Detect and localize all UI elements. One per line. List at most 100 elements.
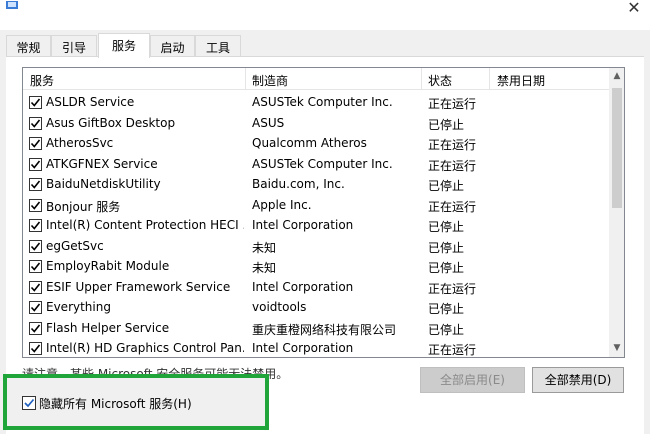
- tab-boot[interactable]: 引导: [51, 35, 97, 57]
- service-checkbox[interactable]: [29, 219, 42, 232]
- msconfig-app-icon: [5, 0, 19, 10]
- checkmark-icon: [30, 283, 41, 292]
- scroll-down-arrow-icon[interactable]: ▼: [609, 340, 624, 357]
- service-status: 正在运行: [428, 199, 477, 214]
- hide-microsoft-services-label: 隐藏所有 Microsoft 服务(H): [39, 397, 192, 411]
- service-status: 已停止: [428, 261, 465, 275]
- enable-all-button[interactable]: 全部启用(E): [420, 367, 525, 393]
- service-name: Bonjour 服务: [46, 199, 121, 214]
- checkmark-icon: [30, 119, 41, 128]
- table-row[interactable]: ASLDR Service ASUSTek Computer Inc. 正在运行: [23, 93, 608, 114]
- service-name: ASLDR Service: [46, 95, 135, 109]
- service-status: 已停止: [428, 322, 465, 337]
- tab-tools[interactable]: 工具: [195, 35, 241, 57]
- service-manufacturer: voidtools: [252, 300, 307, 314]
- service-checkbox[interactable]: [29, 116, 42, 130]
- table-row[interactable]: Bonjour 服务 Apple Inc. 正在运行: [23, 196, 608, 217]
- service-name: Intel(R) HD Graphics Control Pan...: [46, 341, 244, 355]
- service-manufacturer: Intel Corporation: [252, 341, 354, 355]
- column-service[interactable]: 服务: [30, 72, 54, 89]
- tab-strip: 常规 引导 服务 启动 工具: [0, 33, 650, 58]
- list-header: 服务 制造商 状态 禁用日期: [23, 68, 624, 90]
- service-status: 正在运行: [428, 97, 477, 111]
- checkmark-icon: [30, 180, 41, 189]
- column-status[interactable]: 状态: [428, 72, 452, 89]
- table-row[interactable]: ATKGFNEX Service ASUSTek Computer Inc. 正…: [23, 155, 608, 176]
- service-status: 正在运行: [428, 281, 477, 296]
- service-name: Everything: [46, 300, 111, 314]
- service-name: ESIF Upper Framework Service: [46, 279, 231, 294]
- service-checkbox[interactable]: [29, 239, 42, 253]
- service-manufacturer: 未知: [252, 261, 277, 275]
- table-row[interactable]: BaiduNetdiskUtility Baidu.com, Inc. 已停止: [23, 175, 608, 196]
- checkmark-icon: [30, 201, 41, 210]
- service-name: Asus GiftBox Desktop: [46, 115, 176, 130]
- service-name: EmployRabit Module: [46, 259, 170, 273]
- table-row[interactable]: Flash Helper Service 重庆重橙网络科技有限公司 已停止: [23, 319, 608, 340]
- checkmark-icon: [30, 160, 41, 169]
- service-status: 正在运行: [428, 158, 477, 173]
- services-list[interactable]: 服务 制造商 状态 禁用日期 ASLDR Service ASUSTek Com…: [22, 67, 625, 358]
- service-status: 正在运行: [428, 343, 477, 357]
- service-status: 正在运行: [428, 138, 477, 152]
- service-checkbox[interactable]: [29, 96, 42, 109]
- checkmark-icon: [30, 344, 41, 353]
- column-disabled-date[interactable]: 禁用日期: [497, 72, 545, 89]
- column-separator[interactable]: [245, 68, 246, 90]
- service-checkbox[interactable]: [29, 280, 42, 294]
- service-name: egGetSvc: [46, 238, 104, 253]
- service-status: 已停止: [428, 117, 465, 132]
- checkmark-icon: [30, 303, 41, 312]
- table-row[interactable]: Intel(R) Content Protection HECI ... Int…: [23, 216, 608, 237]
- column-separator[interactable]: [489, 68, 490, 90]
- table-row[interactable]: AtherosSvc Qualcomm Atheros 正在运行: [23, 134, 608, 155]
- table-row[interactable]: EmployRabit Module 未知 已停止: [23, 257, 608, 278]
- service-manufacturer: ASUSTek Computer Inc.: [252, 95, 393, 109]
- checkmark-icon: [30, 98, 41, 107]
- service-manufacturer: Qualcomm Atheros: [252, 136, 367, 150]
- service-status: 已停止: [428, 179, 465, 193]
- checkmark-icon: [24, 398, 35, 408]
- tab-startup[interactable]: 启动: [150, 35, 195, 57]
- table-row[interactable]: Intel(R) HD Graphics Control Pan... Inte…: [23, 339, 608, 357]
- service-checkbox[interactable]: [29, 301, 42, 314]
- table-row[interactable]: egGetSvc 未知 已停止: [23, 237, 608, 258]
- service-name: ATKGFNEX Service: [46, 156, 158, 171]
- service-checkbox[interactable]: [29, 137, 42, 150]
- service-name: Flash Helper Service: [46, 320, 170, 335]
- disable-all-button[interactable]: 全部禁用(D): [532, 367, 624, 393]
- service-checkbox[interactable]: [29, 260, 42, 273]
- service-name: AtherosSvc: [46, 136, 114, 150]
- service-checkbox[interactable]: [29, 321, 42, 335]
- service-checkbox[interactable]: [29, 178, 42, 191]
- service-status: 已停止: [428, 220, 465, 234]
- service-checkbox[interactable]: [29, 198, 42, 212]
- service-manufacturer: Intel Corporation: [252, 218, 354, 232]
- column-manufacturer[interactable]: 制造商: [252, 72, 288, 89]
- tab-general[interactable]: 常规: [6, 35, 51, 57]
- service-manufacturer: Intel Corporation: [252, 279, 354, 294]
- service-checkbox[interactable]: [29, 342, 42, 355]
- service-status: 已停止: [428, 240, 465, 255]
- checkmark-icon: [30, 262, 41, 271]
- service-name: Intel(R) Content Protection HECI ...: [46, 218, 244, 232]
- tab-services[interactable]: 服务: [98, 33, 150, 58]
- service-manufacturer: 未知: [252, 240, 277, 255]
- hide-microsoft-services-checkbox[interactable]: [22, 396, 36, 410]
- checkmark-icon: [30, 221, 41, 230]
- title-bar: ✕: [0, 0, 650, 30]
- service-checkbox[interactable]: [29, 157, 42, 171]
- checkmark-icon: [30, 324, 41, 333]
- table-row[interactable]: ESIF Upper Framework Service Intel Corpo…: [23, 278, 608, 299]
- checkmark-icon: [30, 242, 41, 251]
- service-manufacturer: Apple Inc.: [252, 197, 312, 212]
- service-name: BaiduNetdiskUtility: [46, 177, 161, 191]
- scroll-thumb[interactable]: [612, 88, 622, 208]
- vertical-scrollbar[interactable]: ▲ ▼: [609, 68, 624, 357]
- table-row[interactable]: Asus GiftBox Desktop ASUS 已停止: [23, 114, 608, 135]
- table-row[interactable]: Everything voidtools 已停止: [23, 298, 608, 319]
- scroll-up-arrow-icon[interactable]: ▲: [609, 68, 624, 85]
- service-status: 已停止: [428, 302, 465, 316]
- close-icon[interactable]: ✕: [624, 0, 644, 17]
- column-separator[interactable]: [421, 68, 422, 90]
